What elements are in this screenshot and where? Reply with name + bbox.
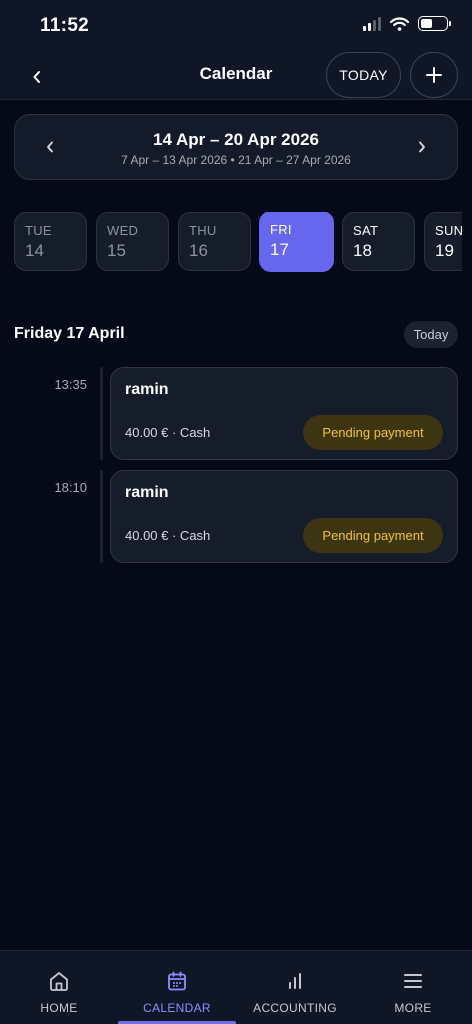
day-of-week: SAT — [353, 223, 379, 238]
wifi-icon — [390, 16, 409, 31]
bar-chart-icon — [289, 973, 301, 989]
today-badge: Today — [404, 321, 458, 348]
appointment-price-method: 40.00 € · Cash — [125, 528, 211, 543]
tab-label: CALENDAR — [143, 1001, 211, 1015]
next-week-button[interactable] — [407, 132, 437, 162]
day-of-week: WED — [107, 223, 139, 238]
selected-date-heading: Friday 17 April — [14, 325, 125, 342]
day-strip: TUE 14 WED 15 THU 16 FRI 17 SAT 18 SUN 1… — [14, 212, 462, 272]
home-icon — [50, 972, 68, 991]
add-button[interactable] — [410, 52, 458, 98]
calendar-screen: 11:52 Calendar TODAY 14 Apr – 20 Apr 202… — [0, 0, 472, 1024]
day-chip-sun[interactable]: SUN 19 — [424, 212, 462, 271]
status-time: 11:52 — [40, 15, 90, 36]
timeline-line — [100, 470, 103, 563]
tab-home[interactable]: HOME — [0, 951, 118, 1024]
day-number: 14 — [25, 241, 44, 260]
tab-calendar[interactable]: CALENDAR — [118, 951, 236, 1024]
appointment-time: 18:10 — [54, 480, 87, 495]
day-chip-tue[interactable]: TUE 14 — [14, 212, 87, 271]
timeline-line — [100, 367, 103, 460]
day-chip-thu[interactable]: THU 16 — [178, 212, 251, 271]
tab-label: MORE — [394, 1001, 432, 1015]
day-chip-wed[interactable]: WED 15 — [96, 212, 169, 271]
battery-icon — [418, 16, 451, 31]
day-number: 17 — [270, 240, 289, 259]
back-button[interactable] — [20, 60, 54, 94]
day-number: 18 — [353, 241, 372, 260]
week-range-title: 14 Apr – 20 Apr 2026 — [153, 130, 319, 149]
tab-accounting[interactable]: ACCOUNTING — [236, 951, 354, 1024]
calendar-icon — [168, 971, 186, 991]
appointment-time: 13:35 — [54, 377, 87, 392]
tab-more[interactable]: MORE — [354, 951, 472, 1024]
week-range-selector: 14 Apr – 20 Apr 2026 7 Apr – 13 Apr 2026… — [14, 114, 458, 180]
day-of-week: THU — [189, 223, 217, 238]
client-name: ramin — [125, 381, 169, 398]
day-chip-sat[interactable]: SAT 18 — [342, 212, 415, 271]
day-of-week: SUN — [435, 223, 462, 238]
tab-label: HOME — [40, 1001, 78, 1015]
appointment-card[interactable]: ramin 40.00 € · Cash Pending payment — [110, 470, 458, 563]
menu-icon — [404, 974, 422, 988]
plus-icon — [426, 67, 442, 83]
adjacent-weeks-label: 7 Apr – 13 Apr 2026 • 21 Apr – 27 Apr 20… — [121, 153, 351, 167]
header: Calendar TODAY — [0, 52, 472, 100]
chevron-left-icon — [33, 71, 40, 83]
client-name: ramin — [125, 484, 169, 501]
appointment-card[interactable]: ramin 40.00 € · Cash Pending payment — [110, 367, 458, 460]
status-bar: 11:52 — [0, 0, 472, 52]
day-of-week: TUE — [25, 223, 52, 238]
day-of-week: FRI — [270, 222, 292, 237]
today-button[interactable]: TODAY — [326, 52, 401, 98]
page-title: Calendar — [199, 64, 273, 83]
bottom-tab-bar: HOME CALENDAR ACCOUNTING MORE — [0, 950, 472, 1024]
payment-status-badge[interactable]: Pending payment — [303, 518, 443, 553]
day-number: 16 — [189, 241, 208, 260]
appointment-price-method: 40.00 € · Cash — [125, 425, 211, 440]
day-chip-fri-selected[interactable]: FRI 17 — [259, 212, 334, 272]
day-number: 15 — [107, 241, 126, 260]
payment-status-badge[interactable]: Pending payment — [303, 415, 443, 450]
tab-label: ACCOUNTING — [253, 1001, 337, 1015]
day-number: 19 — [435, 241, 454, 260]
chevron-right-icon — [419, 141, 425, 153]
cellular-signal-icon — [363, 16, 381, 31]
status-icons — [363, 16, 451, 31]
